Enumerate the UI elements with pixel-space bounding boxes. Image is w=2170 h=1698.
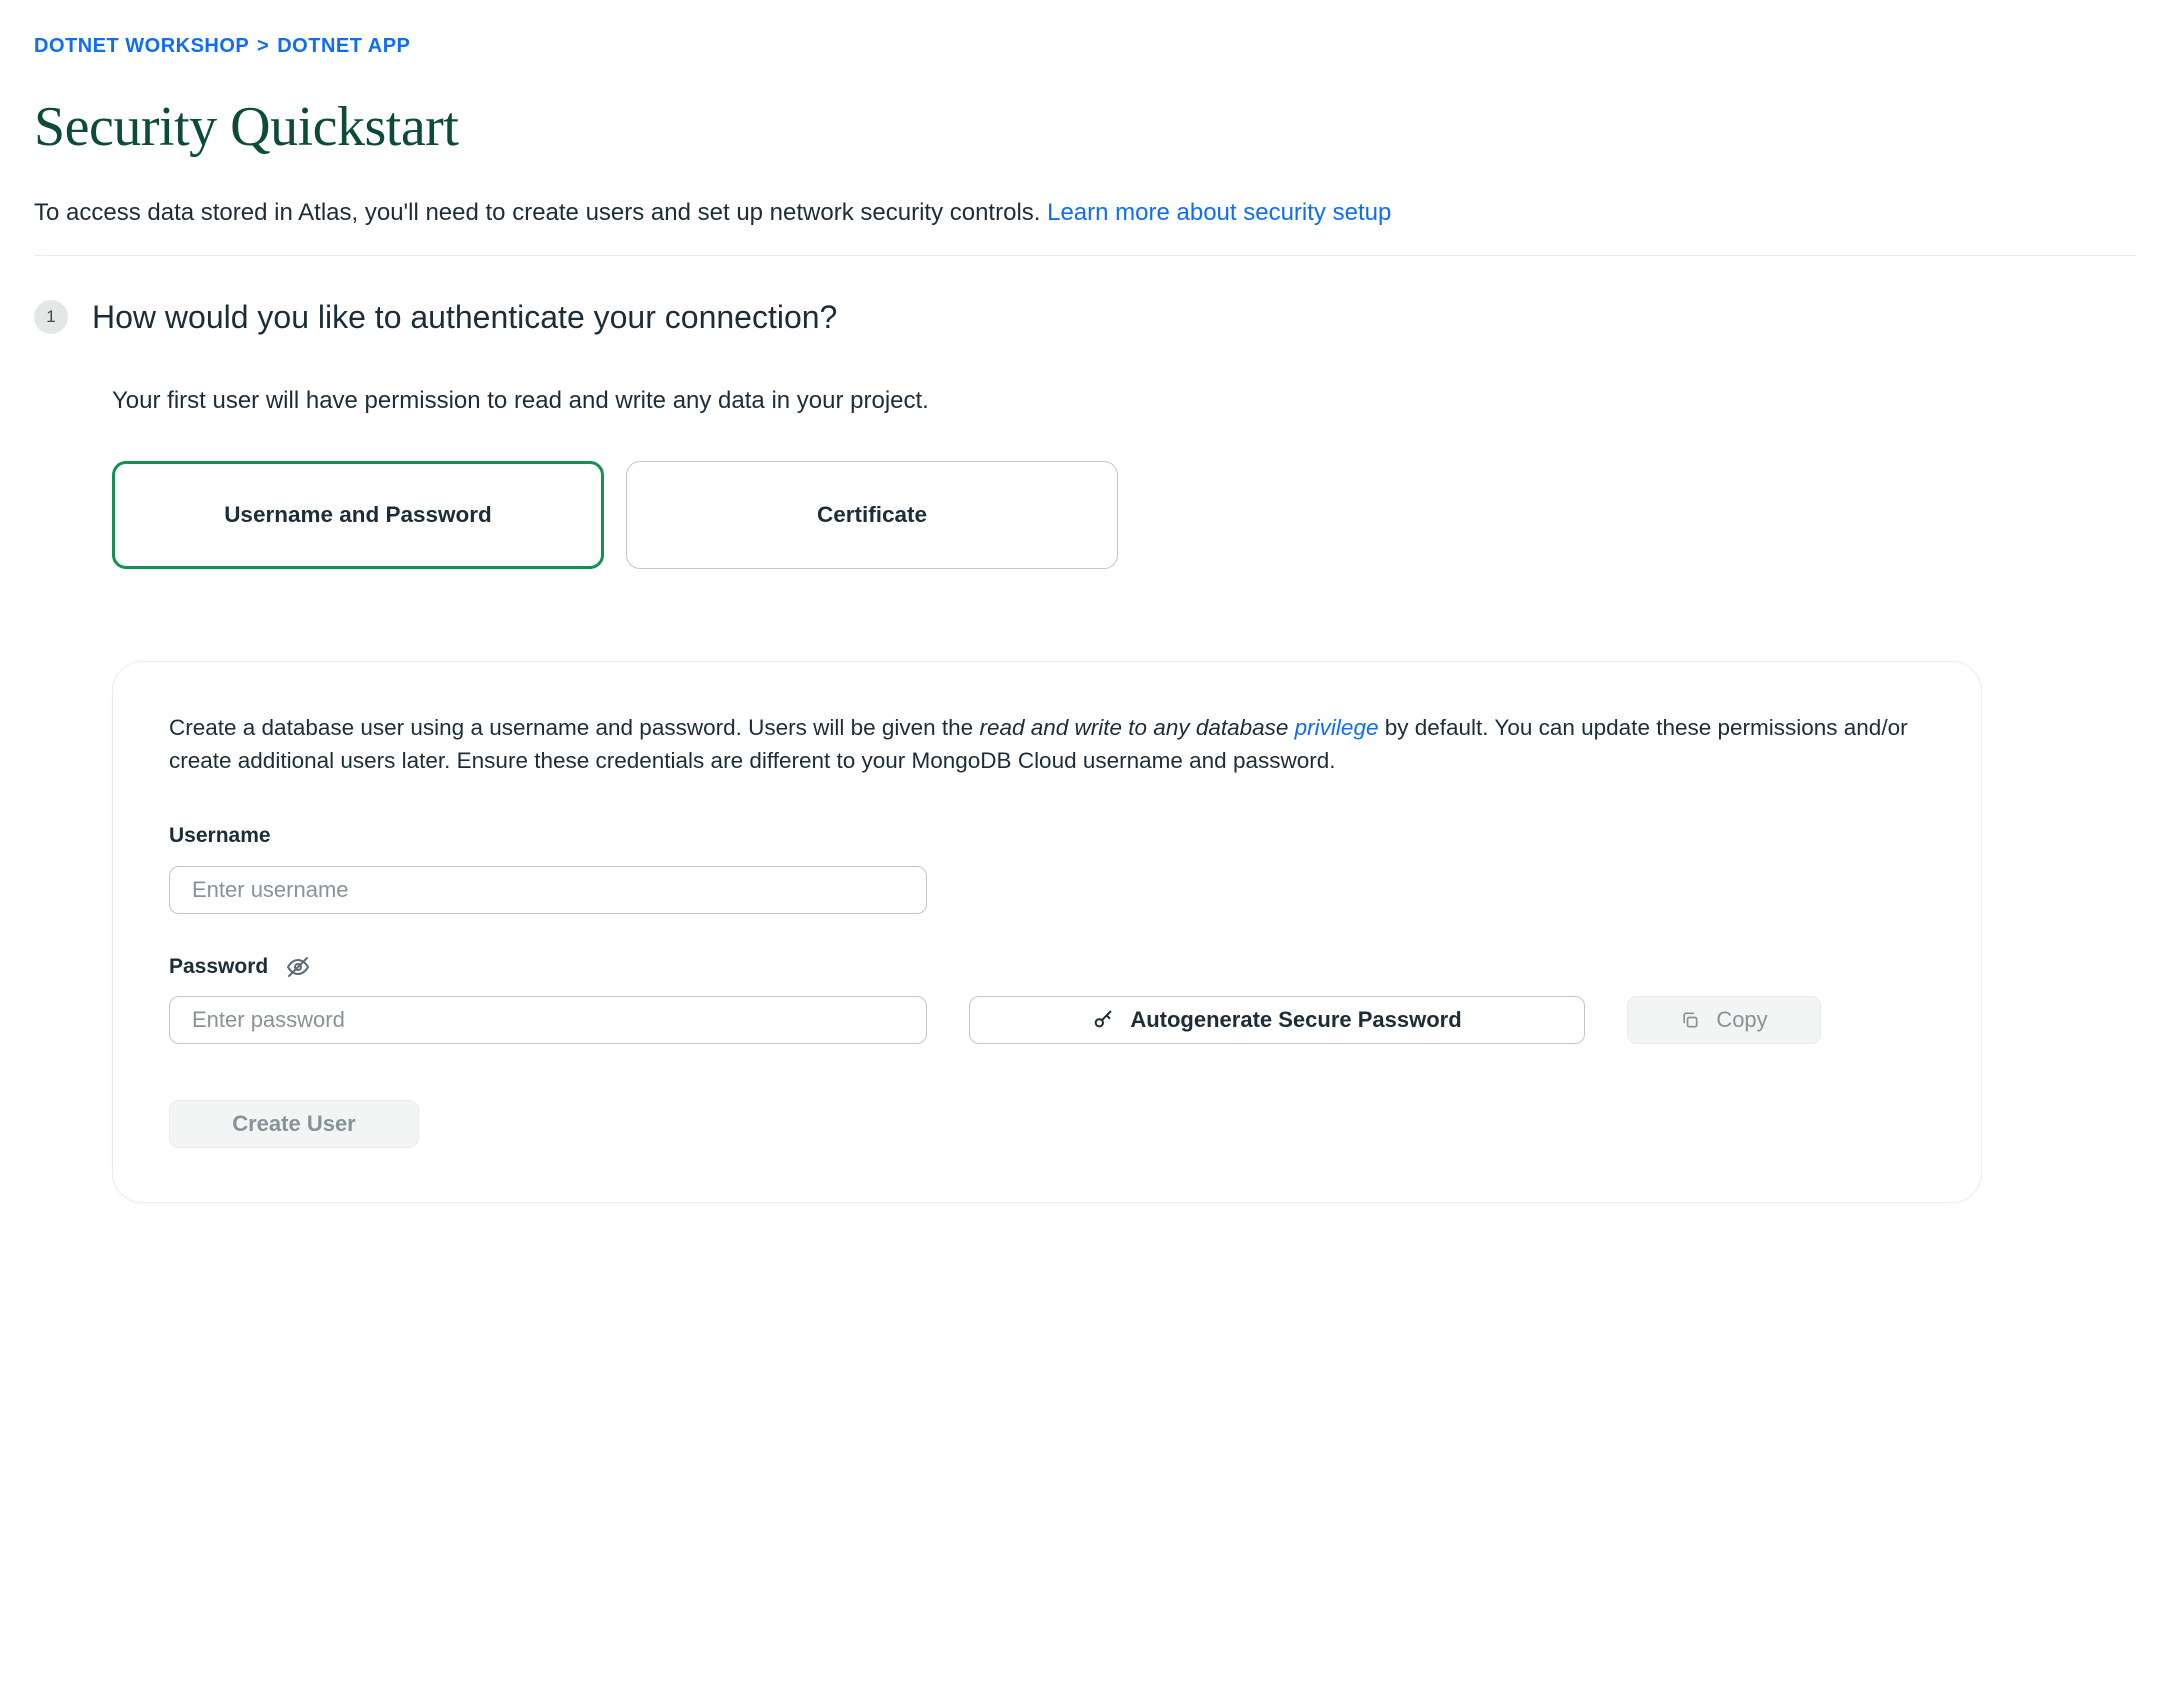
username-input[interactable] — [169, 866, 927, 914]
breadcrumb-link-workshop[interactable]: DOTNET WORKSHOP — [34, 35, 249, 57]
card-description: Create a database user using a username … — [169, 712, 1909, 777]
copy-button: Copy — [1627, 996, 1821, 1044]
auth-option-username-password[interactable]: Username and Password — [112, 461, 604, 569]
auth-option-label: Username and Password — [224, 499, 492, 532]
step-number-badge: 1 — [34, 300, 68, 334]
auth-method-options: Username and Password Certificate — [112, 461, 2136, 569]
card-desc-prefix: Create a database user using a username … — [169, 715, 979, 740]
page-title: Security Quickstart — [34, 87, 2136, 168]
step-1-subheading: Your first user will have permission to … — [112, 384, 2136, 419]
create-user-button: Create User — [169, 1100, 419, 1148]
breadcrumb-link-app[interactable]: DOTNET APP — [277, 35, 410, 57]
auth-option-certificate[interactable]: Certificate — [626, 461, 1118, 569]
step-1-heading: How would you like to authenticate your … — [92, 294, 837, 340]
username-label: Username — [169, 821, 1925, 851]
eye-off-icon[interactable] — [286, 955, 310, 979]
credentials-card: Create a database user using a username … — [112, 661, 1982, 1203]
create-user-label: Create User — [232, 1111, 356, 1137]
breadcrumb-separator: > — [255, 35, 271, 57]
copy-label: Copy — [1716, 1007, 1767, 1033]
autogenerate-password-button[interactable]: Autogenerate Secure Password — [969, 996, 1585, 1044]
autogenerate-label: Autogenerate Secure Password — [1130, 1007, 1461, 1033]
auth-option-label: Certificate — [817, 499, 927, 532]
card-desc-emphasis: read and write to any database — [979, 715, 1294, 740]
learn-more-link[interactable]: Learn more about security setup — [1047, 199, 1391, 226]
page-lead: To access data stored in Atlas, you'll n… — [34, 196, 2136, 256]
privilege-link[interactable]: privilege — [1295, 715, 1379, 740]
lead-text: To access data stored in Atlas, you'll n… — [34, 199, 1047, 226]
breadcrumb: DOTNET WORKSHOP > DOTNET APP — [34, 32, 2136, 61]
copy-icon — [1680, 1010, 1700, 1030]
step-1-header: 1 How would you like to authenticate you… — [34, 294, 2136, 340]
key-icon — [1092, 1009, 1114, 1031]
password-input[interactable] — [169, 996, 927, 1044]
username-label-text: Username — [169, 821, 271, 851]
password-label-text: Password — [169, 952, 268, 982]
password-label: Password — [169, 952, 1925, 982]
